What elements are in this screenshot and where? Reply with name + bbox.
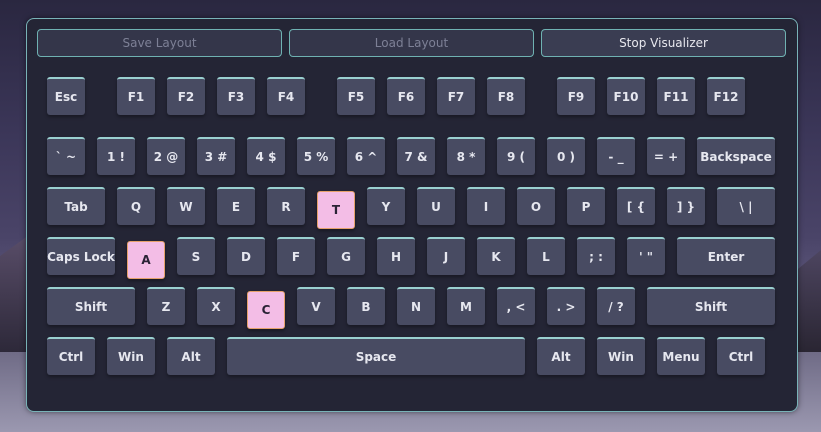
key-win[interactable]: Win: [107, 337, 155, 375]
key-sym-2-11[interactable]: [ {: [617, 187, 655, 225]
key-j[interactable]: J: [427, 237, 465, 275]
key-e[interactable]: E: [217, 187, 255, 225]
key-f8[interactable]: F8: [487, 77, 525, 115]
key-n[interactable]: N: [397, 287, 435, 325]
key-b[interactable]: B: [347, 287, 385, 325]
key-k[interactable]: K: [477, 237, 515, 275]
key-7[interactable]: 7 &: [397, 137, 435, 175]
save-layout-button[interactable]: Save Layout: [37, 29, 282, 57]
key-f9[interactable]: F9: [557, 77, 595, 115]
key-sym-3-11[interactable]: ' ": [627, 237, 665, 275]
key-f3[interactable]: F3: [217, 77, 255, 115]
key-sym-2-13[interactable]: \ |: [717, 187, 775, 225]
key-shift[interactable]: Shift: [647, 287, 775, 325]
key-t-pressed[interactable]: T: [317, 191, 355, 229]
key-5[interactable]: 5 %: [297, 137, 335, 175]
key-y[interactable]: Y: [367, 187, 405, 225]
key-p[interactable]: P: [567, 187, 605, 225]
key-r[interactable]: R: [267, 187, 305, 225]
key-a-pressed[interactable]: A: [127, 241, 165, 279]
key-sym-2-12[interactable]: ] }: [667, 187, 705, 225]
key-space[interactable]: Space: [227, 337, 525, 375]
key-f10[interactable]: F10: [607, 77, 645, 115]
key-g[interactable]: G: [327, 237, 365, 275]
stop-visualizer-button[interactable]: Stop Visualizer: [541, 29, 786, 57]
key-shift[interactable]: Shift: [47, 287, 135, 325]
key-sym-4-9[interactable]: . >: [547, 287, 585, 325]
keyboard-visualizer-panel: Save Layout Load Layout Stop Visualizer …: [26, 18, 798, 412]
key-ctrl[interactable]: Ctrl: [717, 337, 765, 375]
key-f1[interactable]: F1: [117, 77, 155, 115]
key-4[interactable]: 4 $: [247, 137, 285, 175]
key-sym-1-0[interactable]: ` ~: [47, 137, 85, 175]
key-0[interactable]: 0 ): [547, 137, 585, 175]
key-8[interactable]: 8 *: [447, 137, 485, 175]
key-6[interactable]: 6 ^: [347, 137, 385, 175]
key-caps-lock[interactable]: Caps Lock: [47, 237, 115, 275]
key-sym-4-8[interactable]: , <: [497, 287, 535, 325]
key-sym-4-10[interactable]: / ?: [597, 287, 635, 325]
key-sym-1-12[interactable]: = +: [647, 137, 685, 175]
key-v[interactable]: V: [297, 287, 335, 325]
key-9[interactable]: 9 (: [497, 137, 535, 175]
key-f4[interactable]: F4: [267, 77, 305, 115]
key-f[interactable]: F: [277, 237, 315, 275]
load-layout-button[interactable]: Load Layout: [289, 29, 534, 57]
key-s[interactable]: S: [177, 237, 215, 275]
key-esc[interactable]: Esc: [47, 77, 85, 115]
key-alt[interactable]: Alt: [167, 337, 215, 375]
key-f2[interactable]: F2: [167, 77, 205, 115]
key-q[interactable]: Q: [117, 187, 155, 225]
key-o[interactable]: O: [517, 187, 555, 225]
key-menu[interactable]: Menu: [657, 337, 705, 375]
key-m[interactable]: M: [447, 287, 485, 325]
key-backspace[interactable]: Backspace: [697, 137, 775, 175]
key-h[interactable]: H: [377, 237, 415, 275]
key-tab[interactable]: Tab: [47, 187, 105, 225]
key-i[interactable]: I: [467, 187, 505, 225]
key-l[interactable]: L: [527, 237, 565, 275]
key-ctrl[interactable]: Ctrl: [47, 337, 95, 375]
key-enter[interactable]: Enter: [677, 237, 775, 275]
key-1[interactable]: 1 !: [97, 137, 135, 175]
key-f5[interactable]: F5: [337, 77, 375, 115]
key-f12[interactable]: F12: [707, 77, 745, 115]
key-d[interactable]: D: [227, 237, 265, 275]
key-alt[interactable]: Alt: [537, 337, 585, 375]
key-u[interactable]: U: [417, 187, 455, 225]
key-z[interactable]: Z: [147, 287, 185, 325]
key-sym-3-10[interactable]: ; :: [577, 237, 615, 275]
key-f6[interactable]: F6: [387, 77, 425, 115]
key-c-pressed[interactable]: C: [247, 291, 285, 329]
key-f11[interactable]: F11: [657, 77, 695, 115]
key-w[interactable]: W: [167, 187, 205, 225]
key-win[interactable]: Win: [597, 337, 645, 375]
key-x[interactable]: X: [197, 287, 235, 325]
key-sym-1-11[interactable]: - _: [597, 137, 635, 175]
key-f7[interactable]: F7: [437, 77, 475, 115]
key-2[interactable]: 2 @: [147, 137, 185, 175]
key-3[interactable]: 3 #: [197, 137, 235, 175]
